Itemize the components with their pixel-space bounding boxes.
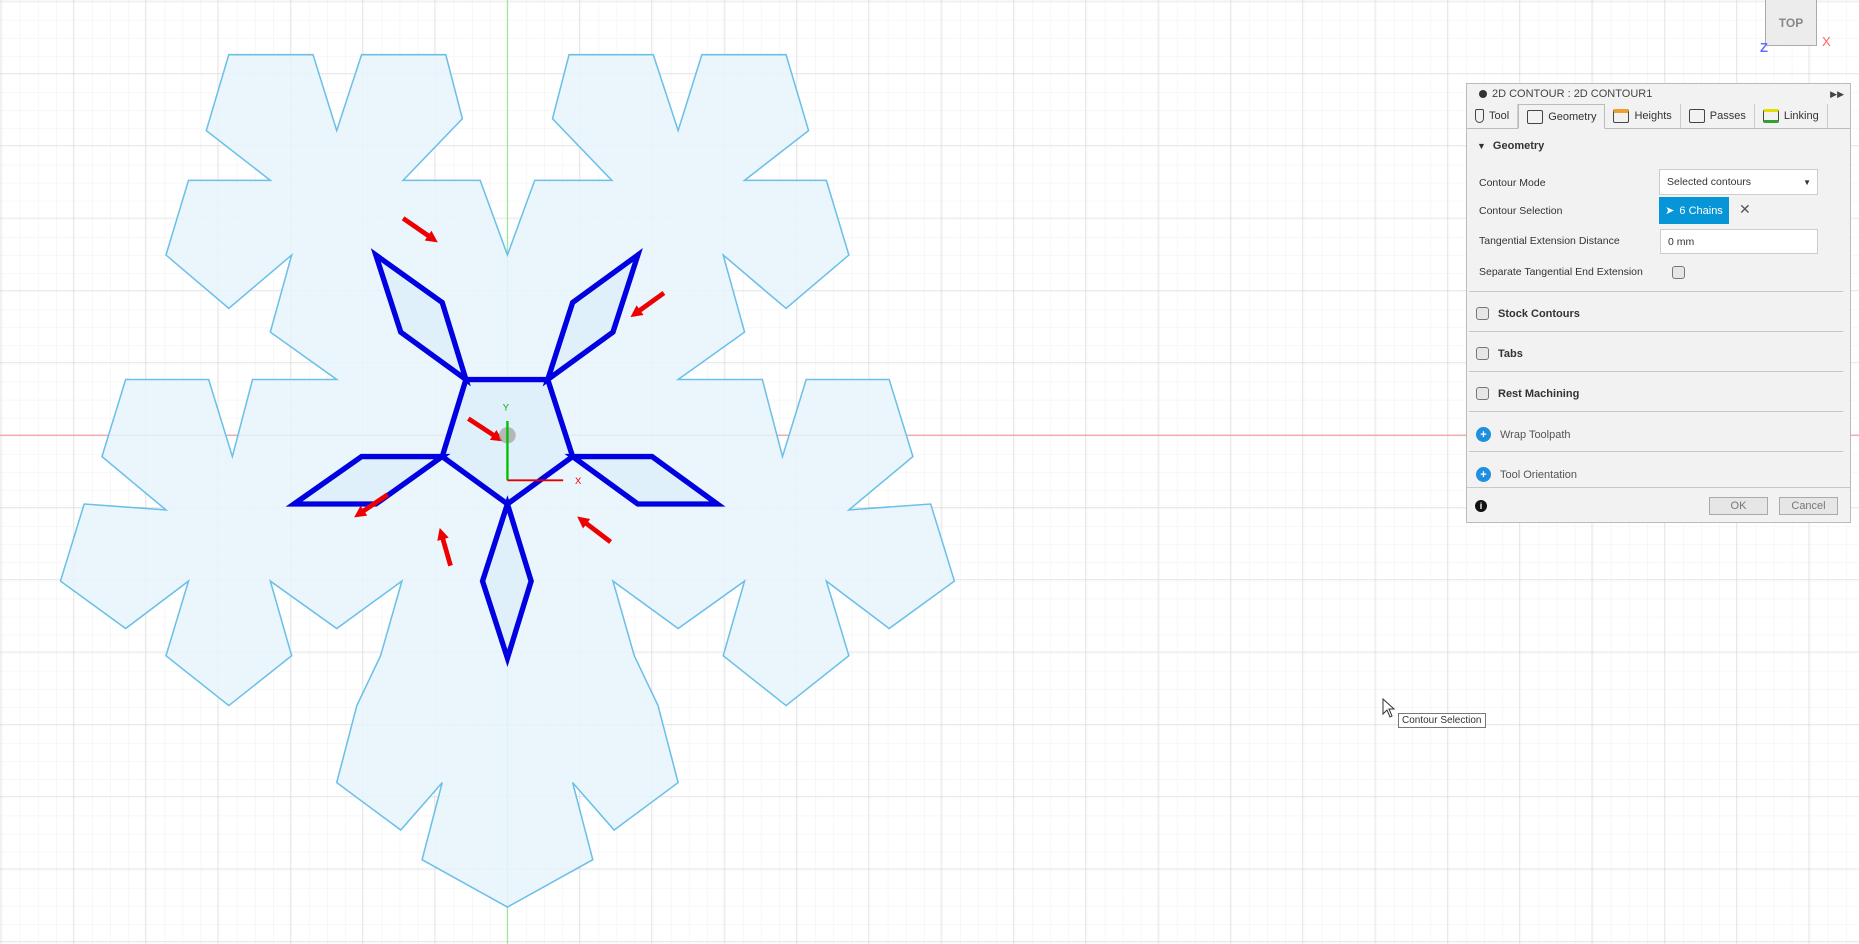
separate-extension-label: Separate Tangential End Extension [1479, 266, 1643, 278]
cursor-icon: ➤ [1665, 205, 1675, 217]
plus-icon: + [1476, 427, 1491, 442]
tab-geometry[interactable]: Geometry [1518, 104, 1606, 129]
divider [1469, 371, 1843, 372]
triangle-down-icon: ▼ [1477, 141, 1486, 151]
chevron-down-icon: ▼ [1803, 177, 1811, 187]
origin-y-label: Y [503, 402, 510, 413]
mouse-cursor-icon [1382, 698, 1396, 718]
divider [1469, 291, 1843, 292]
tool-orientation-section[interactable]: + Tool Orientation [1476, 467, 1577, 482]
tangential-extension-label: Tangential Extension Distance [1479, 235, 1620, 247]
contour-mode-select[interactable]: Selected contours ▼ [1659, 169, 1818, 195]
tool-icon [1475, 109, 1484, 123]
tabs-checkbox[interactable] [1476, 347, 1489, 360]
section-label: Stock Contours [1498, 307, 1580, 320]
contour-mode-label: Contour Mode [1479, 177, 1546, 189]
heights-icon [1613, 109, 1630, 123]
geometry-icon [1527, 109, 1544, 124]
divider [1467, 487, 1850, 488]
tabs-section[interactable]: Tabs [1476, 347, 1523, 360]
rest-machining-checkbox[interactable] [1476, 387, 1489, 400]
tab-tool[interactable]: Tool [1467, 104, 1519, 128]
section-label: Tabs [1498, 347, 1523, 360]
collapse-icon[interactable] [1479, 90, 1487, 98]
panel-title-bar[interactable]: 2D CONTOUR : 2D CONTOUR1 ▶▶ [1467, 84, 1850, 104]
tab-label: Linking [1783, 110, 1819, 122]
tab-label: Heights [1634, 110, 1672, 122]
clear-selection-icon[interactable]: ✕ [1739, 201, 1751, 218]
chains-count: 6 Chains [1679, 204, 1723, 217]
tab-linking[interactable]: Linking [1755, 104, 1828, 128]
section-title: Geometry [1492, 140, 1545, 152]
section-label: Wrap Toolpath [1500, 428, 1571, 441]
axis-z-label: Z [1760, 40, 1768, 55]
passes-icon [1688, 109, 1705, 123]
info-icon[interactable]: i [1475, 500, 1487, 512]
contour-panel: 2D CONTOUR : 2D CONTOUR1 ▶▶ Tool Geometr… [1466, 83, 1851, 523]
contour-selection-button[interactable]: ➤ 6 Chains [1659, 197, 1729, 224]
tab-label: Tool [1489, 110, 1510, 122]
plus-icon: + [1476, 467, 1491, 482]
tab-label: Passes [1709, 110, 1746, 122]
tab-bar: Tool Geometry Heights Passes Linking [1467, 104, 1850, 129]
tooltip: Contour Selection [1398, 713, 1486, 728]
rest-machining-section[interactable]: Rest Machining [1476, 387, 1579, 400]
linking-icon [1762, 109, 1779, 123]
divider [1469, 411, 1843, 412]
origin-x-label: X [575, 476, 582, 487]
stock-contours-checkbox[interactable] [1476, 307, 1489, 320]
cancel-button[interactable]: Cancel [1779, 497, 1838, 515]
tab-passes[interactable]: Passes [1681, 104, 1755, 128]
section-label: Rest Machining [1498, 387, 1580, 400]
ok-button[interactable]: OK [1709, 497, 1768, 515]
panel-title: 2D CONTOUR : 2D CONTOUR1 [1492, 88, 1653, 100]
expand-icon[interactable]: ▶▶ [1830, 89, 1844, 100]
wrap-toolpath-section[interactable]: + Wrap Toolpath [1476, 427, 1571, 442]
view-cube[interactable]: TOP [1765, 0, 1817, 46]
separate-extension-checkbox[interactable] [1672, 266, 1685, 279]
tab-label: Geometry [1548, 110, 1597, 123]
tab-heights[interactable]: Heights [1605, 104, 1681, 128]
divider [1469, 331, 1843, 332]
contour-selection-label: Contour Selection [1479, 205, 1563, 217]
axis-x-label: X [1822, 34, 1831, 49]
select-value: Selected contours [1667, 176, 1752, 188]
tangential-extension-input[interactable]: 0 mm [1660, 229, 1818, 254]
input-value: 0 mm [1668, 235, 1695, 248]
stock-contours-section[interactable]: Stock Contours [1476, 307, 1580, 320]
divider [1469, 451, 1843, 452]
section-label: Tool Orientation [1500, 468, 1578, 481]
view-cube-label: TOP [1778, 15, 1804, 30]
geometry-section-header[interactable]: ▼ Geometry [1467, 129, 1850, 163]
